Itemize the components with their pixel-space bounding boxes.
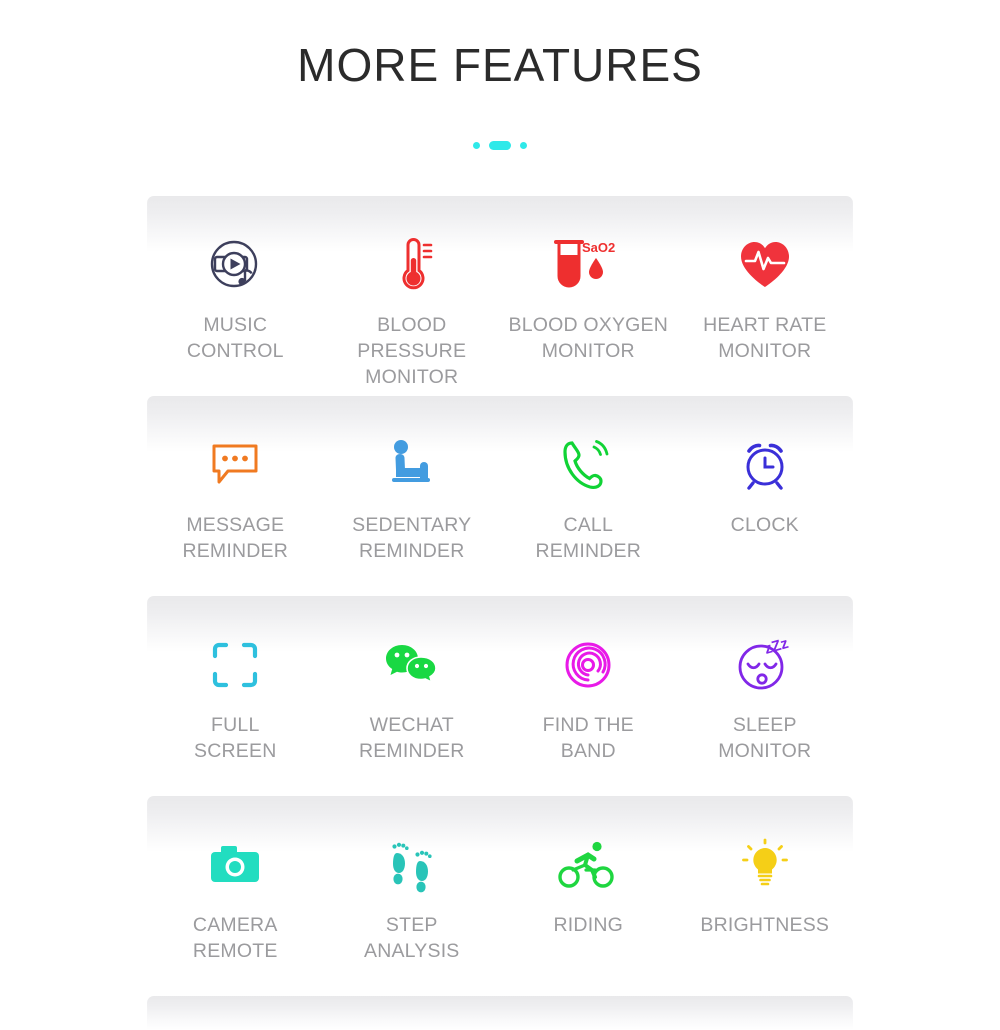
- camera-icon: [209, 834, 261, 896]
- feature-cell-find-the-band[interactable]: FIND THE BAND: [500, 602, 677, 796]
- bottom-divider-band: [133, 996, 867, 1030]
- sleeping-face-icon: zZz: [735, 634, 795, 696]
- feature-label: HEART RATE MONITOR: [703, 314, 827, 362]
- feature-label: SEDENTARY REMINDER: [352, 514, 472, 562]
- alarm-clock-icon: [739, 434, 791, 496]
- feature-label: BLOOD OXYGEN MONITOR: [508, 314, 669, 362]
- decorator-pill: [489, 141, 511, 150]
- cyclist-icon: [558, 834, 617, 896]
- feature-cell-message-reminder[interactable]: MESSAGE REMINDER: [147, 402, 324, 596]
- sao2-label: SaO2: [582, 240, 615, 255]
- feature-label: MESSAGE REMINDER: [182, 514, 289, 562]
- feature-cell-call-reminder[interactable]: CALL REMINDER: [500, 402, 677, 596]
- wechat-bubbles-icon: [384, 634, 440, 696]
- zzz-label: zZz: [762, 635, 790, 658]
- feature-cell-sleep-monitor[interactable]: zZz SLEEP MONITOR: [677, 602, 854, 796]
- feature-label: CLOCK: [730, 514, 799, 536]
- feature-label: RIDING: [553, 914, 623, 936]
- fullscreen-brackets-icon: [211, 634, 259, 696]
- feature-label: WECHAT REMINDER: [358, 714, 465, 762]
- feature-cell-riding[interactable]: RIDING: [500, 802, 677, 996]
- feature-cell-wechat-reminder[interactable]: WECHAT REMINDER: [324, 602, 501, 796]
- feature-cell-camera-remote[interactable]: CAMERA REMOTE: [147, 802, 324, 996]
- decorator-dot-right: [520, 142, 527, 149]
- feature-row: CAMERA REMOTE STEP ANALYSIS RIDING BRIGH…: [133, 796, 867, 996]
- heart-pulse-icon: [737, 234, 793, 296]
- speech-bubble-dots-icon: [210, 434, 260, 496]
- feature-label: STEP ANALYSIS: [363, 914, 460, 962]
- feature-cell-clock[interactable]: CLOCK: [677, 402, 854, 596]
- seated-person-icon: [384, 434, 440, 496]
- title-decorator: [0, 141, 1000, 150]
- feature-label: CAMERA REMOTE: [192, 914, 278, 962]
- feature-cell-music-control[interactable]: MUSIC CONTROL: [147, 202, 324, 396]
- feature-cell-step-analysis[interactable]: STEP ANALYSIS: [324, 802, 501, 996]
- feature-label: MUSIC CONTROL: [186, 314, 284, 362]
- feature-label: FIND THE BAND: [542, 714, 634, 762]
- phone-ringing-icon: [560, 434, 616, 496]
- footprints-icon: [384, 834, 440, 896]
- decorator-dot-left: [473, 142, 480, 149]
- feature-rows: MUSIC CONTROL BLOOD PRESSURE MONITOR SaO…: [0, 196, 1000, 1030]
- spiral-rings-icon: [563, 634, 613, 696]
- feature-label: SLEEP MONITOR: [718, 714, 812, 762]
- thermometer-icon: [386, 234, 438, 296]
- feature-cell-blood-oxygen-monitor[interactable]: SaO2 BLOOD OXYGEN MONITOR: [500, 202, 677, 396]
- feature-cell-blood-pressure-monitor[interactable]: BLOOD PRESSURE MONITOR: [324, 202, 501, 396]
- feature-row: FULL SCREEN WECHAT REMINDER FIND THE BAN…: [133, 596, 867, 796]
- feature-row: MESSAGE REMINDER SEDENTARY REMINDER CALL…: [133, 396, 867, 596]
- feature-label: BRIGHTNESS: [700, 914, 830, 936]
- light-bulb-icon: [741, 834, 789, 896]
- feature-cell-brightness[interactable]: BRIGHTNESS: [677, 802, 854, 996]
- feature-label: CALL REMINDER: [535, 514, 642, 562]
- feature-label: FULL SCREEN: [194, 714, 277, 762]
- more-features-page: MORE FEATURES MUSIC CONTROL BLOOD PRESSU…: [0, 0, 1000, 1030]
- feature-cell-heart-rate-monitor[interactable]: HEART RATE MONITOR: [677, 202, 854, 396]
- feature-cell-sedentary-reminder[interactable]: SEDENTARY REMINDER: [324, 402, 501, 596]
- feature-label: BLOOD PRESSURE MONITOR: [357, 314, 467, 388]
- feature-row: MUSIC CONTROL BLOOD PRESSURE MONITOR SaO…: [133, 196, 867, 396]
- music-disc-icon: [207, 234, 263, 296]
- test-tube-sao2-icon: SaO2: [549, 234, 627, 296]
- feature-cell-full-screen[interactable]: FULL SCREEN: [147, 602, 324, 796]
- page-title: MORE FEATURES: [297, 39, 703, 91]
